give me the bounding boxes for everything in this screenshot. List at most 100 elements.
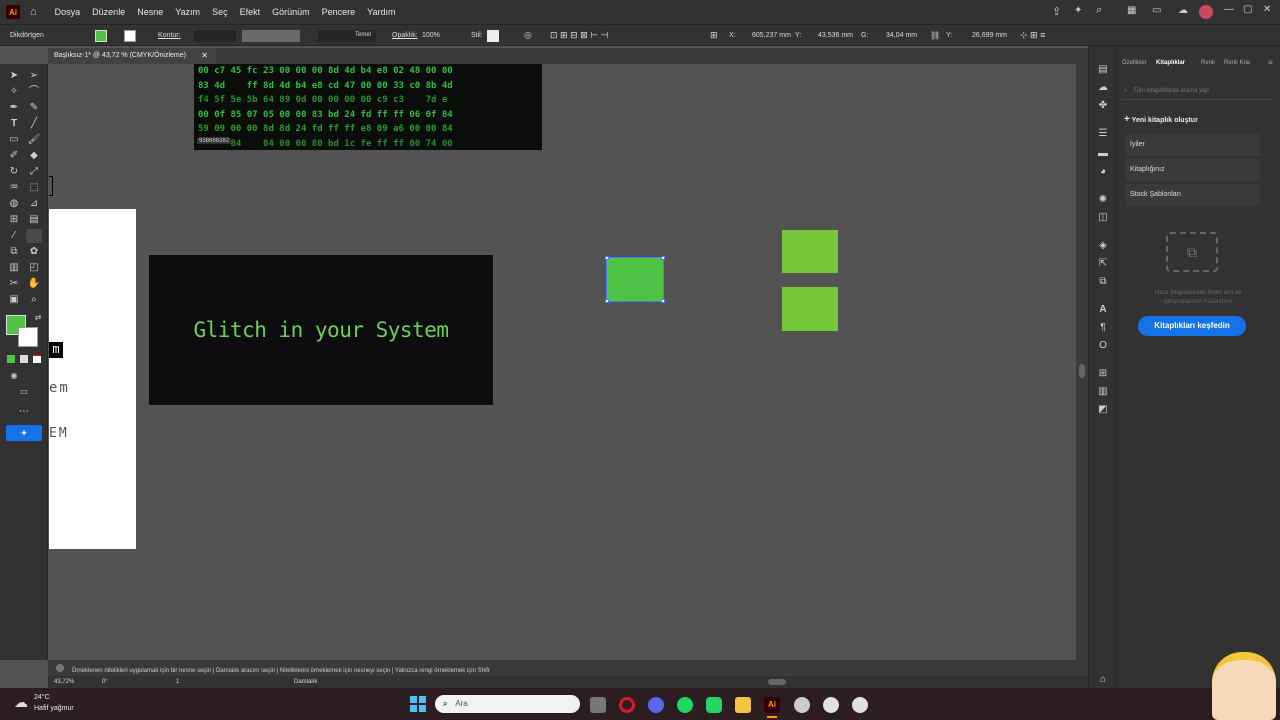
vertical-scrollbar[interactable] (1076, 64, 1088, 676)
menu-select[interactable]: Seç (212, 7, 228, 17)
scroll-thumb[interactable] (1079, 364, 1085, 378)
zoom-tool-icon[interactable]: ⌕ (27, 294, 41, 306)
weather-icon[interactable]: ☁ (14, 694, 28, 711)
screen-mode-icon[interactable]: ▭ (17, 386, 31, 398)
tab-close-icon[interactable]: ✕ (201, 51, 208, 60)
start-button[interactable] (410, 696, 426, 712)
share-icon[interactable]: ⇪ (1052, 5, 1061, 18)
new-library-button[interactable]: + Yeni kitaplık oluştur (1124, 114, 1198, 125)
paragraph-panel-icon[interactable]: ¶ (1096, 322, 1110, 334)
horizontal-scroll-thumb[interactable] (768, 679, 786, 685)
rotate-tool-icon[interactable]: ↻ (7, 166, 21, 178)
menu-help[interactable]: Yardım (367, 7, 395, 17)
menu-edit[interactable]: Düzenle (92, 7, 125, 17)
more-options-icon[interactable]: ⊹ ⊞ ≡ (1020, 30, 1045, 41)
hex-dump-image[interactable]: 00 c7 45 fc 23 00 00 00 8d 4d b4 e8 02 4… (194, 64, 542, 150)
cloud-icon[interactable]: ☁ (1178, 5, 1188, 16)
library-search[interactable]: ⌕ Tüm kitaplıklarda arama yap (1122, 84, 1272, 100)
selection-handle[interactable] (661, 256, 665, 260)
weather-desc[interactable]: Hafif yağmur (34, 705, 74, 712)
home-icon[interactable]: ⌂ (30, 6, 37, 18)
explore-libraries-button[interactable]: Kitaplıkları keşfedin (1138, 316, 1246, 336)
link-proportions-icon[interactable]: ⛓ (930, 31, 940, 40)
opacity-value[interactable]: 100% (422, 32, 440, 39)
green-square-bottom[interactable] (782, 287, 838, 331)
notifications-icon[interactable]: ⌂ (1096, 674, 1110, 686)
line-tool-icon[interactable]: ╱ (27, 118, 41, 130)
selected-green-rectangle[interactable] (605, 256, 665, 303)
hand-tool-icon[interactable]: ✋ (27, 278, 41, 290)
avatar[interactable] (1199, 5, 1213, 19)
generative-tool-button[interactable]: ✦ (6, 425, 42, 441)
stroke-swatch[interactable] (124, 30, 136, 42)
layers-panel-icon[interactable]: ◈ (1096, 240, 1110, 252)
menu-object[interactable]: Nesne (137, 7, 163, 17)
more-tools-icon[interactable]: ⋯ (17, 406, 31, 418)
sparkle-icon[interactable]: ✦ (1074, 5, 1082, 16)
x-value[interactable]: 605,237 mm (752, 32, 791, 39)
artboard-side-text-1[interactable]: m (49, 342, 63, 358)
opentype-panel-icon[interactable]: O (1096, 340, 1110, 352)
tab-libraries[interactable]: Kitaplıklar (1156, 60, 1185, 66)
align-icons[interactable]: ⊡ ⊞ ⊟ ⊠ ⊢ ⊣ (550, 30, 608, 41)
menu-view[interactable]: Görünüm (272, 7, 310, 17)
transform-icon[interactable]: ⊞ (710, 30, 718, 41)
stroke-color-box[interactable] (18, 327, 38, 347)
canvas[interactable]: 00 c7 45 fc 23 00 00 00 8d 4d b4 e8 02 4… (49, 64, 1076, 660)
perspective-grid-tool-icon[interactable]: ⊿ (27, 198, 41, 210)
artboards-panel-icon[interactable]: ⧉ (1096, 276, 1110, 288)
pathfinder-panel-icon[interactable]: ◩ (1096, 404, 1110, 416)
stroke-weight-input[interactable] (194, 30, 236, 42)
export-panel-icon[interactable]: ⇱ (1096, 258, 1110, 270)
chrome-alt-icon[interactable] (852, 697, 868, 713)
symbols-panel-icon[interactable]: ◫ (1096, 212, 1110, 224)
menu-file[interactable]: Dosya (55, 7, 81, 17)
free-transform-tool-icon[interactable]: ⬚ (27, 182, 41, 194)
opera-icon[interactable] (619, 697, 635, 713)
artboard-side-text-3[interactable]: EM (49, 426, 69, 441)
file-explorer-icon[interactable] (735, 697, 751, 713)
shape-builder-tool-icon[interactable]: ◍ (7, 198, 21, 210)
menu-effect[interactable]: Efekt (240, 7, 261, 17)
fill-swatch[interactable] (95, 30, 107, 42)
swatches-panel-icon[interactable]: ◕ (1096, 166, 1110, 178)
libraries-panel-icon[interactable]: ☁ (1096, 82, 1110, 94)
color-mode-swatch[interactable] (7, 355, 15, 363)
help-icon[interactable] (56, 664, 64, 672)
direct-selection-tool-icon[interactable]: ➢ (27, 70, 41, 82)
close-icon[interactable]: ✕ (1263, 4, 1271, 15)
pen-tool-icon[interactable]: ✒ (7, 102, 21, 114)
glitch-banner[interactable]: Glitch in your System (149, 255, 493, 405)
steam-icon[interactable] (794, 697, 810, 713)
spotify-icon[interactable] (677, 697, 693, 713)
illustrator-taskbar-icon[interactable]: Ai (764, 697, 780, 713)
brushes-panel-icon[interactable]: ✺ (1096, 194, 1110, 206)
rectangle-tool-icon[interactable]: ▭ (7, 134, 21, 146)
height-value[interactable]: 26,699 mm (972, 32, 1007, 39)
zoom-level[interactable]: 43,72% (54, 679, 74, 685)
selection-handle[interactable] (605, 256, 609, 260)
panel-menu-icon[interactable]: ≡ (1268, 58, 1273, 67)
scale-tool-icon[interactable]: ⤢ (27, 166, 41, 178)
gradient-mode-swatch[interactable] (20, 355, 28, 363)
width-value[interactable]: 34,04 mm (886, 32, 917, 39)
artboard-number[interactable]: 1 (176, 679, 179, 685)
library-item[interactable]: Kitaplığınız (1126, 159, 1260, 181)
eyedropper-tool-icon[interactable]: ⁄ (7, 230, 21, 242)
artboard-side-text-2[interactable]: em (49, 380, 70, 396)
swap-colors-icon[interactable]: ⇄ (31, 312, 45, 324)
green-square-top[interactable] (782, 230, 838, 273)
document-tab[interactable]: Başlıksız-1* @ 43,72 % (CMYK/Önizleme) ✕ (48, 48, 216, 64)
cc-panel-icon[interactable]: ✤ (1096, 100, 1110, 112)
transform-panel-icon[interactable]: ⊞ (1096, 368, 1110, 380)
taskbar-search[interactable]: ⌕ Ara (435, 695, 580, 713)
selection-tool-icon[interactable]: ➤ (7, 70, 21, 82)
align-panel-icon[interactable]: ▥ (1096, 386, 1110, 398)
library-item[interactable]: İyiler (1126, 134, 1260, 156)
blend-tool-icon[interactable]: ⧉ (7, 246, 21, 258)
artboard[interactable] (49, 209, 136, 549)
type-tool-icon[interactable]: T (7, 118, 21, 130)
draw-mode-icon[interactable]: ◉ (7, 370, 21, 382)
layers-list-icon[interactable]: ☰ (1096, 128, 1110, 140)
variable-width-dropdown[interactable] (242, 30, 300, 42)
